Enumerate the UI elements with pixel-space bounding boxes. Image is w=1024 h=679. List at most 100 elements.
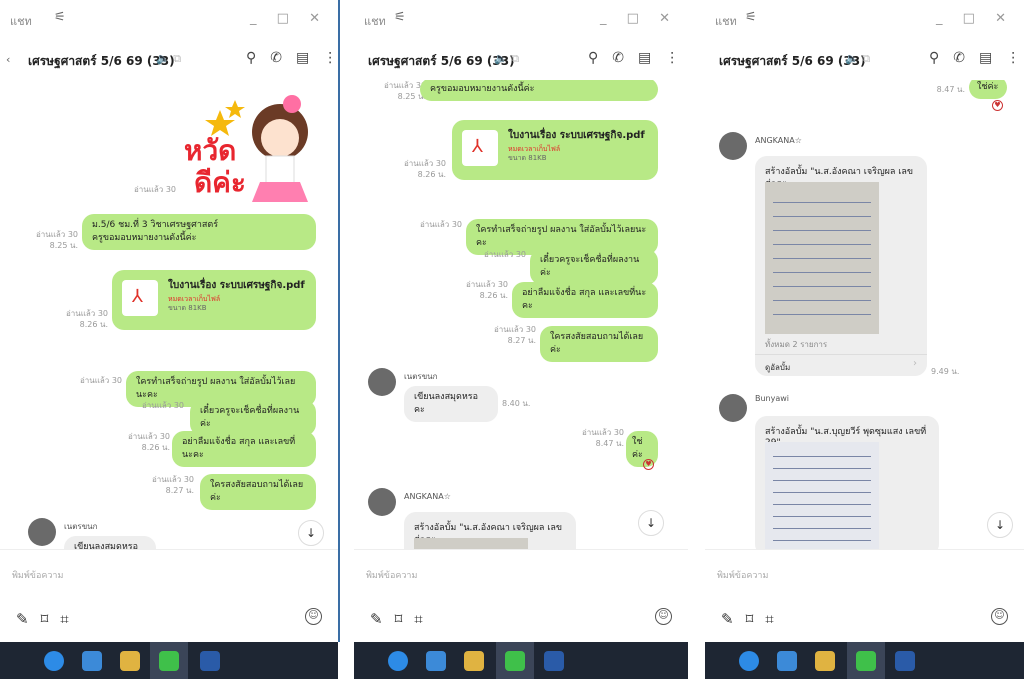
bookmark-icon[interactable]: ⌑ bbox=[41, 610, 49, 628]
message-input[interactable]: พิมพ์ข้อความ bbox=[0, 549, 338, 595]
message-list[interactable]: หวัด ดีค่ะ อ่านแล้ว 30 อ่านแล้ว 30 8.25 น… bbox=[0, 80, 338, 549]
avatar[interactable] bbox=[368, 368, 396, 396]
word-icon[interactable] bbox=[200, 651, 220, 671]
more-icon[interactable]: ⋮ bbox=[1006, 50, 1020, 66]
arrow-down-icon[interactable]: ↓ bbox=[298, 520, 324, 546]
store-icon[interactable] bbox=[82, 651, 102, 671]
message-bubble[interactable]: ใครสงสัยสอบถามได้เลยค่ะ bbox=[540, 326, 658, 362]
chat-header: ‹ เศรษฐศาสตร์ 5/6 69 (33) 🔈 ⧉ ⚲ ✆ ▤ ⋮ bbox=[0, 40, 338, 80]
line-icon[interactable] bbox=[505, 651, 525, 671]
message-bubble[interactable]: ครูขอมอบหมายงานดังนี้ค่ะ bbox=[420, 80, 658, 101]
reaction-icon[interactable]: ♥ bbox=[643, 459, 654, 470]
store-icon[interactable] bbox=[426, 651, 446, 671]
avatar[interactable] bbox=[719, 132, 747, 160]
edge-icon[interactable] bbox=[44, 651, 64, 671]
message-bubble[interactable]: เขียนลงสมุดหรอคะ bbox=[64, 536, 156, 549]
album-photo[interactable] bbox=[765, 182, 879, 334]
folder-icon[interactable] bbox=[464, 651, 484, 671]
avatar[interactable] bbox=[719, 394, 747, 422]
message-bubble[interactable]: ม.5/6 ชม.ที่ 3 วิชาเศรษฐศาสตร์ ครูขอมอบหม… bbox=[82, 214, 316, 250]
message-input[interactable]: พิมพ์ข้อความ bbox=[705, 549, 1024, 595]
bookmark-icon[interactable]: ⌑ bbox=[395, 610, 403, 628]
notes-icon[interactable]: ▤ bbox=[638, 50, 651, 66]
search-icon[interactable]: ⚲ bbox=[929, 50, 939, 66]
album-card[interactable]: สร้างอัลบั้ม "น.ส.อังคณา เจริญผล เลขที่3… bbox=[755, 156, 927, 376]
notes-icon[interactable]: ▤ bbox=[979, 50, 992, 66]
arrow-down-icon[interactable]: ↓ bbox=[987, 512, 1013, 538]
sender-name: Bunyawi bbox=[755, 394, 790, 403]
paperclip-icon[interactable]: ✎ bbox=[721, 610, 734, 628]
header-actions: ⚲ ✆ ▤ ⋮ bbox=[915, 50, 1020, 66]
chat-window-2: แชท ⚟ _ □ ✕ เศรษฐศาสตร์ 5/6 69 (33) 🔈 ⧉ … bbox=[354, 0, 688, 679]
bookmark-icon[interactable]: ⌑ bbox=[746, 610, 754, 628]
emoji-icon[interactable]: ☺ bbox=[655, 608, 672, 625]
line-icon[interactable] bbox=[159, 651, 179, 671]
read-receipt: อ่านแล้ว 30 8.27 น. bbox=[493, 325, 536, 345]
sliders-icon[interactable]: ⚟ bbox=[394, 10, 406, 25]
message-bubble[interactable]: ใช่ค่ะ bbox=[969, 80, 1007, 99]
edge-icon[interactable] bbox=[739, 651, 759, 671]
word-icon[interactable] bbox=[544, 651, 564, 671]
search-icon[interactable]: ⚲ bbox=[246, 50, 256, 66]
sender-name: ANGKANA☆ bbox=[755, 136, 802, 145]
avatar[interactable] bbox=[28, 518, 56, 546]
sliders-icon[interactable]: ⚟ bbox=[54, 10, 66, 25]
line-icon[interactable] bbox=[856, 651, 876, 671]
emoji-icon[interactable]: ☺ bbox=[305, 608, 322, 625]
phone-icon[interactable]: ✆ bbox=[612, 50, 624, 66]
reaction-icon[interactable]: ♥ bbox=[992, 100, 1003, 111]
read-receipt: อ่านแล้ว 30 bbox=[79, 376, 122, 385]
word-icon[interactable] bbox=[895, 651, 915, 671]
chevron-left-icon[interactable]: ‹ bbox=[6, 53, 10, 66]
paperclip-icon[interactable]: ✎ bbox=[370, 610, 383, 628]
tab-chat[interactable]: แชท bbox=[10, 12, 32, 30]
taskbar bbox=[354, 642, 688, 679]
folder-icon[interactable] bbox=[815, 651, 835, 671]
phone-icon[interactable]: ✆ bbox=[270, 50, 282, 66]
file-attachment[interactable]: ⅄ ใบงานเรื่อง ระบบเศรษฐกิจ.pdf หมดเวลาเก… bbox=[112, 270, 316, 330]
timestamp: 8.47 น. bbox=[936, 85, 965, 94]
sender-name: เนตรขนก bbox=[64, 522, 98, 531]
crop-icon[interactable]: ⌗ bbox=[60, 610, 68, 628]
window-controls[interactable]: _ □ ✕ bbox=[936, 11, 1014, 26]
message-bubble[interactable]: อย่าลืมแจ้งชื่อ สกุล และเลขที่นะคะ bbox=[172, 431, 316, 467]
input-placeholder: พิมพ์ข้อความ bbox=[717, 571, 769, 581]
more-icon[interactable]: ⋮ bbox=[323, 50, 337, 66]
tab-chat[interactable]: แชท bbox=[715, 12, 737, 30]
phone-icon[interactable]: ✆ bbox=[953, 50, 965, 66]
notes-icon[interactable]: ▤ bbox=[296, 50, 309, 66]
tab-chat[interactable]: แชท bbox=[364, 12, 386, 30]
sliders-icon[interactable]: ⚟ bbox=[745, 10, 757, 25]
album-photo[interactable] bbox=[765, 442, 879, 549]
window-controls[interactable]: _ □ ✕ bbox=[600, 11, 678, 26]
read-receipt: อ่านแล้ว 30 8.26 น. bbox=[403, 159, 446, 179]
message-list[interactable]: อ่านแล้ว 30 8.25 น. ครูขอมอบหมายงานดังนี้… bbox=[354, 80, 688, 549]
avatar[interactable] bbox=[368, 488, 396, 516]
arrow-down-icon[interactable]: ↓ bbox=[638, 510, 664, 536]
crop-icon[interactable]: ⌗ bbox=[765, 610, 773, 628]
album-card[interactable]: สร้างอัลบั้ม "น.ส.อังคณา เจริญผล เลขที่3… bbox=[404, 512, 576, 549]
timestamp: 9.49 น. bbox=[931, 367, 960, 376]
message-bubble[interactable]: เขียนลงสมุดหรอคะ bbox=[404, 386, 498, 422]
view-album-link[interactable]: ดูอัลบั้ม bbox=[765, 361, 790, 374]
edge-icon[interactable] bbox=[388, 651, 408, 671]
window-controls[interactable]: _ □ ✕ bbox=[250, 11, 328, 26]
message-list[interactable]: 8.47 น. ใช่ค่ะ ♥ ANGKANA☆ สร้างอัลบั้ม "… bbox=[705, 80, 1024, 549]
file-attachment[interactable]: ⅄ ใบงานเรื่อง ระบบเศรษฐกิจ.pdf หมดเวลาเก… bbox=[452, 120, 658, 180]
search-icon[interactable]: ⚲ bbox=[588, 50, 598, 66]
message-bubble[interactable]: ใครสงสัยสอบถามได้เลยค่ะ bbox=[200, 474, 316, 510]
message-bubble[interactable]: อย่าลืมแจ้งชื่อ สกุล และเลขที่นะคะ bbox=[512, 282, 658, 318]
album-card[interactable]: สร้างอัลบั้ม "น.ส.บุญยวีร์ พุดซุมแสง เลข… bbox=[755, 416, 939, 549]
more-icon[interactable]: ⋮ bbox=[665, 50, 679, 66]
read-receipt: อ่านแล้ว 30 8.25 น. bbox=[35, 230, 78, 250]
emoji-icon[interactable]: ☺ bbox=[991, 608, 1008, 625]
read-receipt: อ่านแล้ว 30 bbox=[419, 220, 462, 229]
paperclip-icon[interactable]: ✎ bbox=[16, 610, 29, 628]
message-input[interactable]: พิมพ์ข้อความ bbox=[354, 549, 688, 595]
album-photo[interactable] bbox=[414, 538, 528, 549]
read-receipt: อ่านแล้ว 30 bbox=[141, 401, 184, 410]
crop-icon[interactable]: ⌗ bbox=[414, 610, 422, 628]
folder-icon[interactable] bbox=[120, 651, 140, 671]
store-icon[interactable] bbox=[777, 651, 797, 671]
message-bubble[interactable]: เดี๋ยวครูจะเช็คชื่อที่ผลงานค่ะ bbox=[530, 249, 658, 285]
